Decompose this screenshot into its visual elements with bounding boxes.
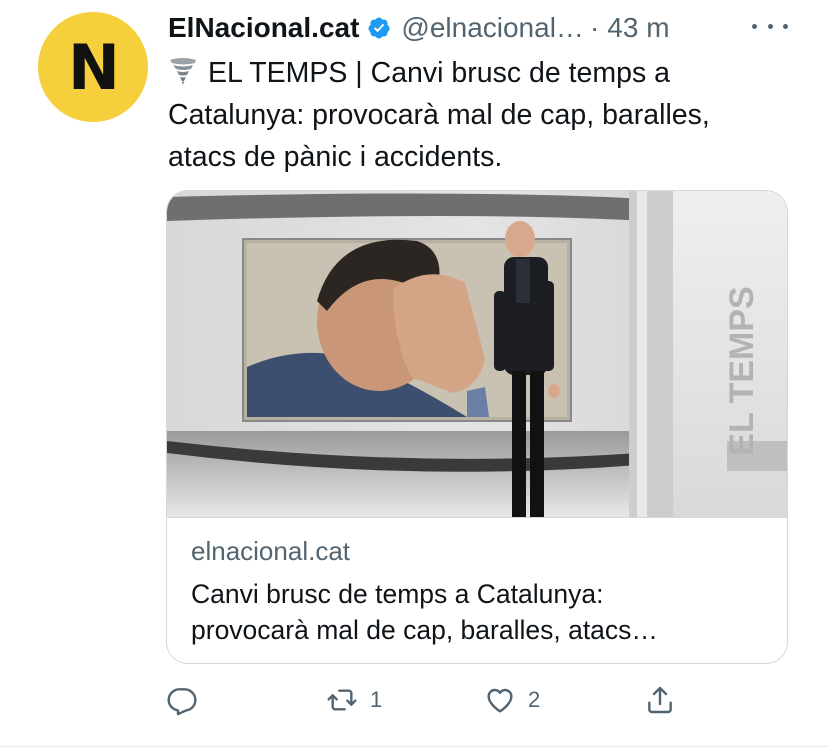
tweet-text-line1: EL TEMPS | Canvi brusc de temps a [208, 57, 671, 89]
avatar-letter: N [68, 30, 120, 104]
like-icon [487, 688, 513, 713]
link-card[interactable]: EL TEMPS elnacional.cat Canvi brusc de t… [166, 190, 788, 664]
card-meta[interactable]: elnacional.cat Canvi brusc de temps a Ca… [167, 517, 787, 663]
like-count: 2 [528, 687, 541, 712]
tweet-text-line3: atacs de pànic i accidents. [168, 141, 503, 173]
action-bar: 1 2 [166, 680, 788, 720]
tweet-timestamp[interactable]: 43 m [607, 12, 669, 44]
separator-dot: · [589, 12, 600, 43]
tweet-text-line2: Catalunya: provocarà mal de cap, baralle… [168, 99, 710, 131]
retweet-button[interactable]: 1 [326, 680, 382, 720]
retweet-count: 1 [370, 687, 383, 712]
reply-button[interactable] [166, 680, 198, 720]
tweet-text: EL TEMPS | Canvi brusc de temps a Catalu… [168, 52, 798, 178]
share-button[interactable] [644, 680, 676, 720]
card-domain: elnacional.cat [191, 536, 350, 566]
retweet-icon [327, 689, 357, 711]
card-title-line2: provocarà mal de cap, baralles, atacs… [191, 615, 658, 645]
verified-badge-icon [367, 16, 391, 40]
more-options-icon[interactable] [752, 16, 788, 36]
card-image[interactable]: EL TEMPS [167, 191, 787, 517]
like-button[interactable]: 2 [484, 680, 540, 720]
tornado-icon [168, 55, 198, 85]
card-title: Canvi brusc de temps a Catalunya: provoc… [191, 576, 771, 648]
account-handle[interactable]: @elnacional… [401, 12, 584, 44]
divider [0, 746, 828, 747]
share-icon [648, 686, 672, 714]
card-title-line1: Canvi brusc de temps a Catalunya: [191, 579, 604, 609]
reply-icon [167, 688, 197, 716]
account-name[interactable]: ElNacional.cat [168, 12, 359, 44]
card-image-overlay-text: EL TEMPS [723, 286, 761, 455]
avatar[interactable]: N [38, 12, 148, 122]
tweet-header: ElNacional.cat @elnacional… · 43 m [168, 8, 808, 48]
